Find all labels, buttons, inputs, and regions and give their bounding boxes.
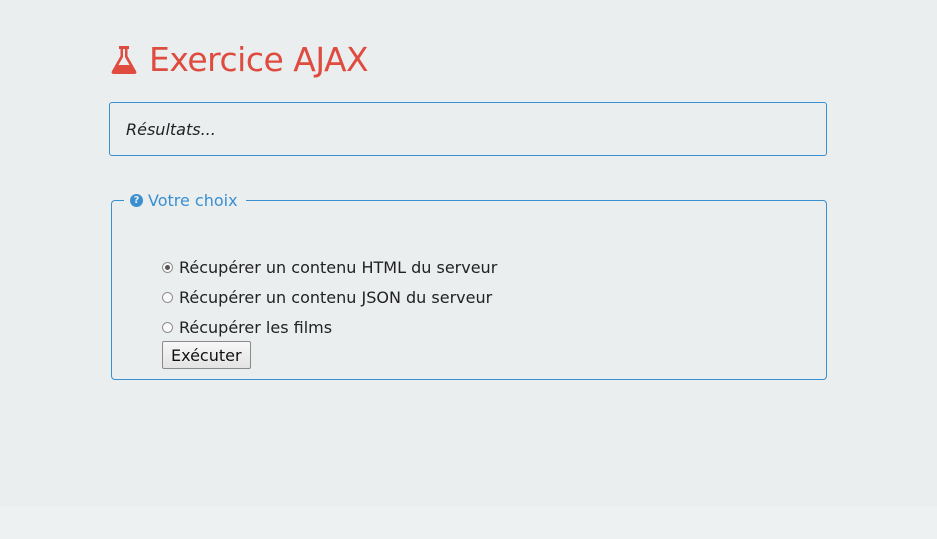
execute-button[interactable]: Exécuter bbox=[162, 341, 251, 369]
legend-text: Votre choix bbox=[148, 191, 238, 210]
option-html-label[interactable]: Récupérer un contenu HTML du serveur bbox=[179, 258, 497, 277]
title-text: Exercice AJAX bbox=[149, 40, 369, 79]
question-circle-icon: ? bbox=[130, 194, 143, 207]
radio-films[interactable] bbox=[162, 321, 173, 333]
page: Exercice AJAX Résultats... ? Votre choix… bbox=[0, 0, 937, 507]
results-text: Résultats... bbox=[126, 119, 216, 139]
choice-fieldset: ? Votre choix Récupérer un contenu HTML … bbox=[111, 191, 827, 380]
flask-icon bbox=[110, 44, 138, 76]
results-panel: Résultats... bbox=[109, 102, 827, 156]
option-json-label[interactable]: Récupérer un contenu JSON du serveur bbox=[179, 288, 492, 307]
options-list: Récupérer un contenu HTML du serveur Réc… bbox=[162, 252, 497, 342]
option-html[interactable]: Récupérer un contenu HTML du serveur bbox=[162, 252, 497, 282]
option-json[interactable]: Récupérer un contenu JSON du serveur bbox=[162, 282, 497, 312]
choice-legend: ? Votre choix bbox=[124, 191, 246, 210]
option-films[interactable]: Récupérer les films bbox=[162, 312, 497, 342]
radio-html[interactable] bbox=[162, 261, 173, 273]
option-films-label[interactable]: Récupérer les films bbox=[179, 318, 332, 337]
radio-json[interactable] bbox=[162, 291, 173, 303]
page-title: Exercice AJAX bbox=[110, 38, 369, 82]
